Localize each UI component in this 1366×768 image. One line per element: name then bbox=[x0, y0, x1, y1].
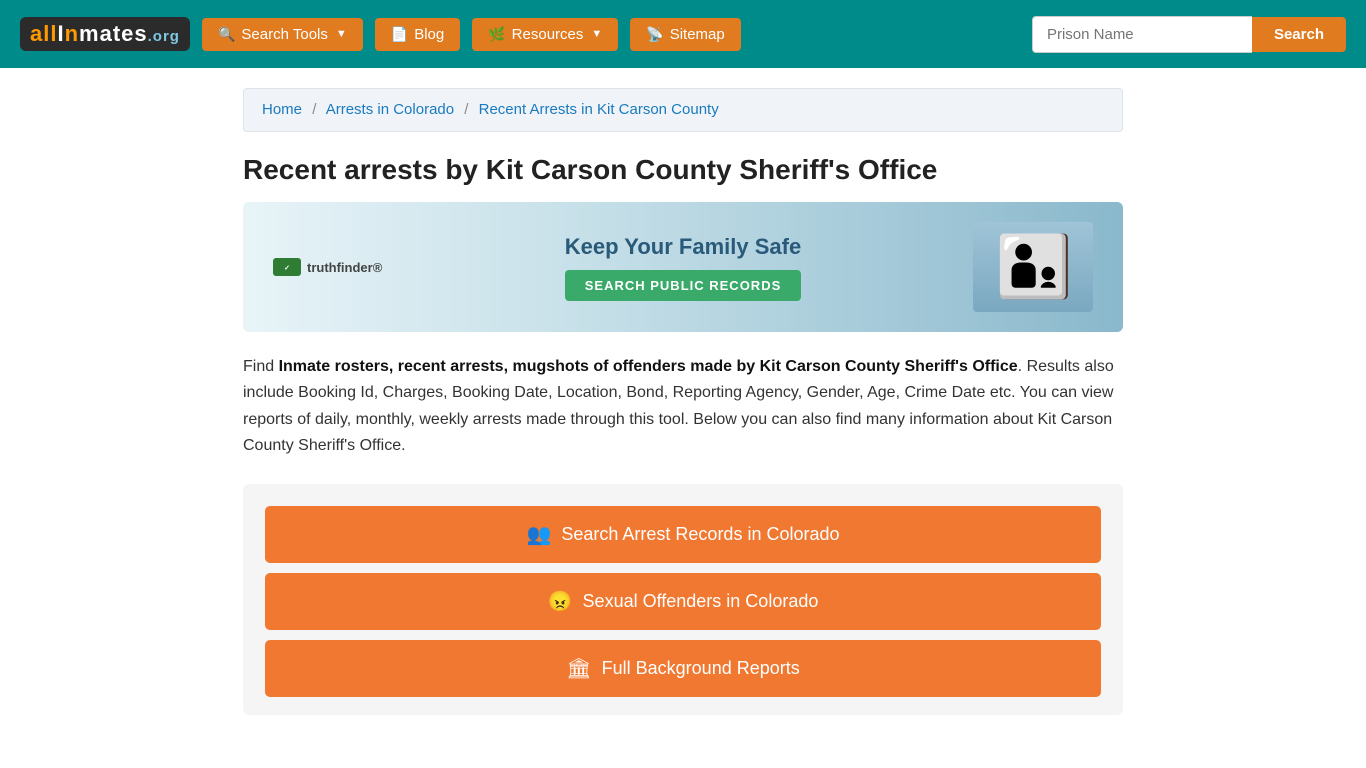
search-tools-label: Search Tools bbox=[241, 26, 327, 43]
search-tools-button[interactable]: 🔍 Search Tools ▼ bbox=[202, 18, 363, 51]
ad-center-section: Keep Your Family Safe SEARCH PUBLIC RECO… bbox=[413, 234, 953, 301]
blog-button[interactable]: 📄 Blog bbox=[375, 18, 460, 51]
ad-person-image: 👨‍👦 bbox=[996, 237, 1071, 297]
desc-bold: Inmate rosters, recent arrests, mugshots… bbox=[279, 358, 1018, 375]
breadcrumb-arrests-colorado[interactable]: Arrests in Colorado bbox=[326, 101, 454, 118]
breadcrumb-kit-carson[interactable]: Recent Arrests in Kit Carson County bbox=[479, 101, 719, 118]
ad-banner[interactable]: ✓ truthfinder® Keep Your Family Safe SEA… bbox=[243, 202, 1123, 332]
sexual-offenders-button[interactable]: 😠 Sexual Offenders in Colorado bbox=[265, 573, 1101, 630]
svg-text:✓: ✓ bbox=[284, 265, 290, 272]
main-content: Home / Arrests in Colorado / Recent Arre… bbox=[223, 68, 1143, 735]
full-background-label: Full Background Reports bbox=[602, 658, 800, 679]
blog-label: Blog bbox=[414, 26, 444, 43]
search-arrest-icon: 👥 bbox=[526, 522, 551, 547]
prison-search-button[interactable]: Search bbox=[1252, 17, 1346, 52]
action-card-section: 👥 Search Arrest Records in Colorado 😠 Se… bbox=[243, 484, 1123, 715]
full-background-button[interactable]: 🏛 Full Background Reports bbox=[265, 640, 1101, 697]
search-tools-arrow-icon: ▼ bbox=[336, 28, 347, 40]
resources-arrow-icon: ▼ bbox=[591, 28, 602, 40]
page-description: Find Inmate rosters, recent arrests, mug… bbox=[243, 354, 1123, 460]
tf-logo-icon: ✓ bbox=[273, 258, 301, 276]
breadcrumb-sep-2: / bbox=[464, 101, 468, 118]
breadcrumb-text: Home / Arrests in Colorado / Recent Arre… bbox=[262, 101, 719, 118]
site-logo[interactable]: allInmates.org bbox=[20, 17, 190, 51]
resources-label: Resources bbox=[512, 26, 584, 43]
truthfinder-brand: truthfinder® bbox=[307, 260, 382, 275]
breadcrumb-home[interactable]: Home bbox=[262, 101, 302, 118]
site-header: allInmates.org 🔍 Search Tools ▼ 📄 Blog 🌿… bbox=[0, 0, 1366, 68]
search-arrest-button[interactable]: 👥 Search Arrest Records in Colorado bbox=[265, 506, 1101, 563]
search-button-label: Search bbox=[1274, 26, 1324, 43]
resources-button[interactable]: 🌿 Resources ▼ bbox=[472, 18, 618, 51]
sexual-offenders-icon: 😠 bbox=[548, 589, 573, 614]
resources-icon: 🌿 bbox=[488, 26, 505, 43]
ad-image-section: 👨‍👦 bbox=[973, 222, 1093, 312]
breadcrumb-sep-1: / bbox=[312, 101, 316, 118]
ad-brand-section: ✓ truthfinder® bbox=[273, 258, 393, 276]
prison-search-input[interactable] bbox=[1032, 16, 1252, 53]
page-title: Recent arrests by Kit Carson County Sher… bbox=[243, 154, 1123, 186]
search-arrest-label: Search Arrest Records in Colorado bbox=[561, 524, 839, 545]
full-background-icon: 🏛 bbox=[566, 656, 591, 681]
sexual-offenders-label: Sexual Offenders in Colorado bbox=[583, 591, 819, 612]
search-tools-icon: 🔍 bbox=[218, 26, 235, 43]
blog-icon: 📄 bbox=[391, 26, 408, 43]
sitemap-label: Sitemap bbox=[670, 26, 725, 43]
truthfinder-logo: ✓ truthfinder® bbox=[273, 258, 393, 276]
sitemap-icon: 📡 bbox=[646, 26, 663, 43]
ad-headline: Keep Your Family Safe bbox=[413, 234, 953, 260]
sitemap-button[interactable]: 📡 Sitemap bbox=[630, 18, 740, 51]
ad-cta-label: SEARCH PUBLIC RECORDS bbox=[585, 278, 782, 293]
desc-normal: Find bbox=[243, 358, 279, 375]
breadcrumb: Home / Arrests in Colorado / Recent Arre… bbox=[243, 88, 1123, 132]
prison-search-wrap: Search bbox=[1032, 16, 1346, 53]
ad-search-button[interactable]: SEARCH PUBLIC RECORDS bbox=[565, 270, 802, 301]
